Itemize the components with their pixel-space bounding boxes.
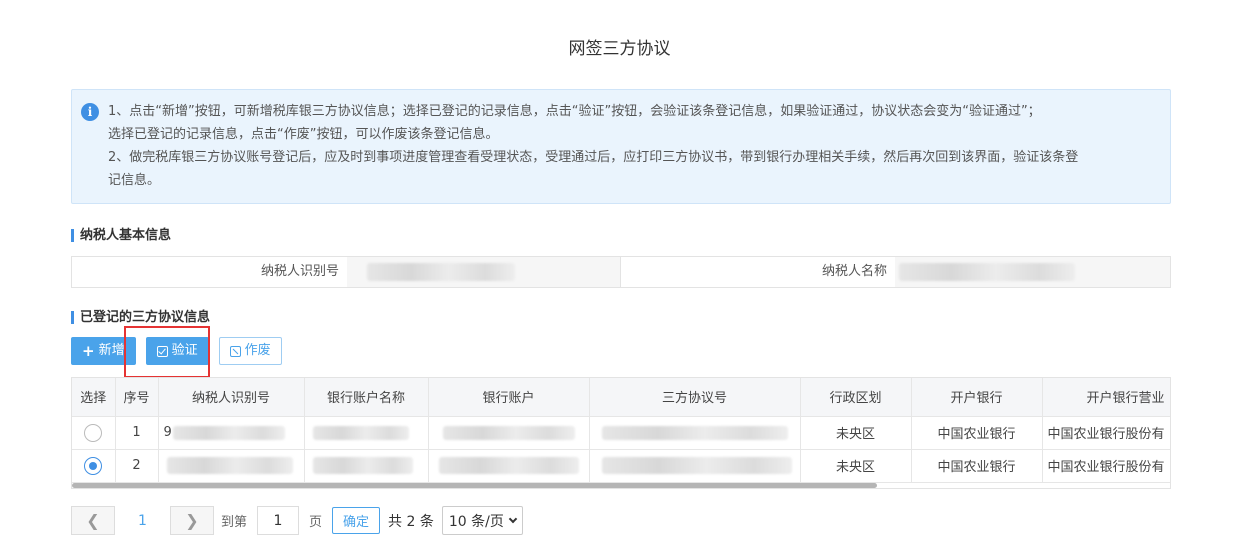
redacted-value xyxy=(312,425,409,440)
redacted-value xyxy=(438,456,579,474)
page-size-select[interactable]: 10 条/页 xyxy=(441,506,523,535)
row-branch: 中国农业银行股份有 xyxy=(1042,416,1170,450)
page-unit-label: 页 xyxy=(309,515,323,530)
column-header: 行政区划 xyxy=(800,378,912,417)
goto-label: 到第 xyxy=(221,515,248,530)
row-taxpayer-id xyxy=(158,449,305,483)
column-header: 三方协议号 xyxy=(589,378,801,417)
column-header: 开户银行营业 xyxy=(1042,378,1170,417)
pagination: ❮ 1 ❯ 到第 页 确定 共 2 条 10 条/页 xyxy=(71,506,523,535)
goto-ok-button[interactable]: 确定 xyxy=(332,507,381,534)
next-page-button[interactable]: ❯ xyxy=(170,506,214,535)
row-account-name xyxy=(304,416,429,450)
agreement-toolbar: + 新增 验证 作废 xyxy=(71,337,282,365)
verify-button[interactable]: 验证 xyxy=(145,337,209,365)
column-header: 银行账户名称 xyxy=(304,378,429,417)
table-header-row: 选择 序号 纳税人识别号 银行账户名称 银行账户 三方协议号 行政区划 开户银行… xyxy=(72,378,1170,417)
chevron-left-icon: ❮ xyxy=(86,511,100,530)
chevron-down-icon xyxy=(508,514,518,524)
info-icon: i xyxy=(81,103,99,121)
page-title: 网签三方协议 xyxy=(568,39,671,59)
column-header: 开户银行 xyxy=(911,378,1043,417)
row-account-name xyxy=(304,449,429,483)
add-button-label: 新增 xyxy=(98,343,125,358)
row-agreement-no xyxy=(589,416,801,450)
plus-icon: + xyxy=(82,342,95,360)
verify-button-label: 验证 xyxy=(171,343,198,358)
row-seq: 2 xyxy=(115,449,159,483)
agreement-table: 选择 序号 纳税人识别号 银行账户名称 银行账户 三方协议号 行政区划 开户银行… xyxy=(71,377,1171,489)
row-agreement-no xyxy=(589,449,801,483)
row-branch: 中国农业银行股份有 xyxy=(1042,449,1170,483)
basic-info-table: 纳税人识别号 纳税人名称 xyxy=(71,256,1171,288)
row-bank: 中国农业银行 xyxy=(911,449,1043,483)
row-select-cell xyxy=(72,416,116,450)
total-count: 共 2 条 xyxy=(388,513,434,530)
redacted-value xyxy=(442,425,575,440)
prev-page-button[interactable]: ❮ xyxy=(71,506,115,535)
checkbox-icon xyxy=(156,345,168,357)
taxpayer-id-label: 纳税人识别号 xyxy=(260,264,339,279)
redacted-value xyxy=(312,456,413,474)
row-id-prefix: 9 xyxy=(163,425,172,440)
row-account xyxy=(428,416,590,450)
row-radio[interactable] xyxy=(84,423,103,442)
notice-line-1: 1、点击“新增”按钮，可新增税库银三方协议信息；选择已登记的记录信息，点击“验证… xyxy=(108,104,1041,119)
taxpayer-name-label: 纳税人名称 xyxy=(821,264,887,279)
redacted-value xyxy=(601,456,792,474)
redacted-value xyxy=(172,425,285,440)
column-header: 选择 xyxy=(72,378,116,417)
void-icon xyxy=(229,345,241,357)
redacted-value xyxy=(166,456,293,474)
void-button[interactable]: 作废 xyxy=(218,337,282,365)
redacted-value xyxy=(899,263,1075,281)
basic-info-title: 纳税人基本信息 xyxy=(71,228,171,244)
row-region: 未央区 xyxy=(800,449,912,483)
void-button-label: 作废 xyxy=(244,343,271,358)
row-region: 未央区 xyxy=(800,416,912,450)
row-taxpayer-id: 9 xyxy=(158,416,305,450)
current-page[interactable]: 1 xyxy=(115,513,170,529)
taxpayer-name-cell: 纳税人名称 xyxy=(621,257,1170,287)
agreements-title: 已登记的三方协议信息 xyxy=(71,310,210,326)
column-header: 纳税人识别号 xyxy=(158,378,305,417)
redacted-value xyxy=(601,425,788,440)
row-seq: 1 xyxy=(115,416,159,450)
row-account xyxy=(428,449,590,483)
taxpayer-name-value xyxy=(895,257,1170,287)
row-bank: 中国农业银行 xyxy=(911,416,1043,450)
taxpayer-id-value xyxy=(347,257,620,287)
notice-line-1b: 选择已登记的记录信息，点击“作废”按钮，可以作废该条登记信息。 xyxy=(108,127,499,142)
row-select-cell xyxy=(72,449,116,483)
chevron-right-icon: ❯ xyxy=(185,511,199,530)
table-row[interactable]: 1 9 未央区 中国农业银行 中国农业银行股份有 xyxy=(72,416,1170,450)
notice-panel: i 1、点击“新增”按钮，可新增税库银三方协议信息；选择已登记的记录信息，点击“… xyxy=(71,89,1171,204)
table-row[interactable]: 2 未央区 中国农业银行 中国农业银行股份有 xyxy=(72,449,1170,483)
notice-line-2: 2、做完税库银三方协议账号登记后，应及时到事项进度管理查看受理状态，受理通过后，… xyxy=(108,150,1079,165)
column-header: 序号 xyxy=(115,378,159,417)
column-header: 银行账户 xyxy=(428,378,590,417)
page-size-value: 10 条/页 xyxy=(448,513,504,530)
row-radio-selected[interactable] xyxy=(84,456,103,475)
notice-line-2b: 记信息。 xyxy=(108,173,161,188)
taxpayer-id-cell: 纳税人识别号 xyxy=(72,257,621,287)
add-button[interactable]: + 新增 xyxy=(71,337,136,365)
goto-page-input[interactable] xyxy=(257,506,300,535)
horizontal-scrollbar[interactable] xyxy=(72,483,877,488)
redacted-value xyxy=(367,263,515,281)
